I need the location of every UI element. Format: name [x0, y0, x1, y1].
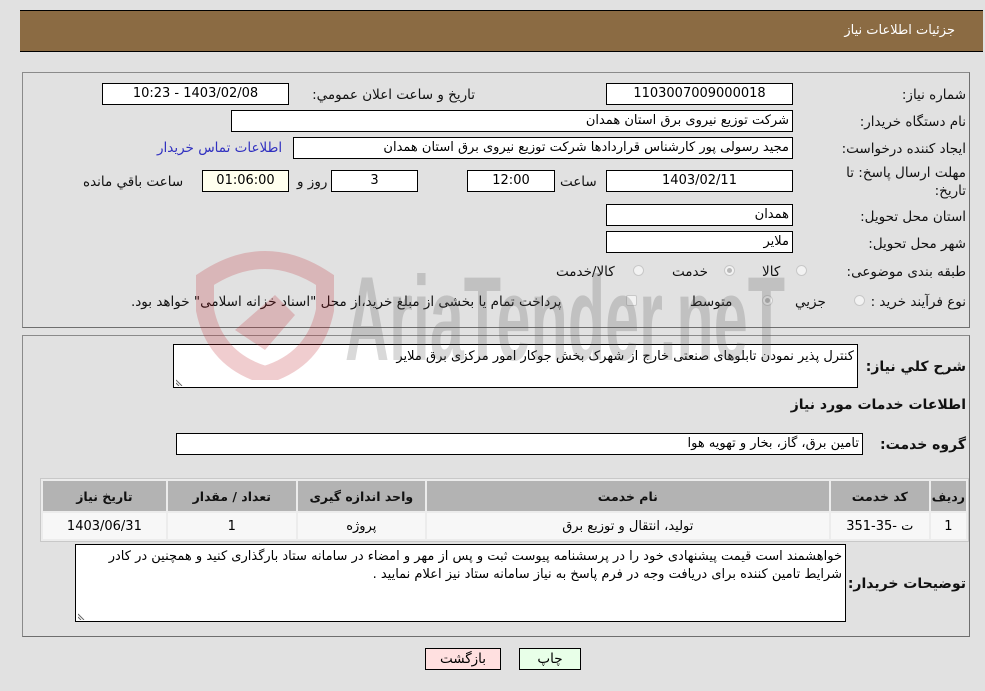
services-table: ردیف کد خدمت نام خدمت واحد اندازه گیری ت…: [40, 478, 969, 542]
cell-need-date: 1403/06/31: [43, 513, 166, 539]
province-label: استان محل تحویل:: [860, 209, 966, 225]
col-header-quantity: تعداد / مقدار: [167, 481, 296, 511]
announce-date-label: تاريخ و ساعت اعلان عمومي:: [312, 87, 475, 103]
cell-quantity: 1: [167, 513, 296, 539]
back-button[interactable]: بازگشت: [425, 648, 501, 670]
deadline-time-field: 12:00: [467, 170, 555, 192]
resize-grip-icon[interactable]: [78, 612, 86, 620]
remaining-time-field: 01:06:00: [202, 170, 289, 192]
treasury-checkbox[interactable]: [626, 295, 637, 306]
category-option-service: خدمت: [672, 264, 708, 280]
treasury-note: پرداخت تمام یا بخشی از مبلغ خرید،از محل …: [131, 294, 562, 310]
remaining-time-label: ساعت باقي مانده: [83, 174, 184, 190]
process-option-medium: متوسط: [690, 294, 733, 310]
process-label: نوع فرآیند خرید :: [870, 294, 966, 310]
city-label: شهر محل تحویل:: [868, 236, 966, 252]
creator-label: ایجاد کننده درخواست:: [841, 141, 966, 157]
print-button[interactable]: چاپ: [519, 648, 581, 670]
col-header-code: کد خدمت: [830, 481, 929, 511]
page-title: جزئيات اطلاعات نياز: [844, 23, 955, 38]
cell-service-name: تولید، انتقال و توزیع برق: [426, 513, 829, 539]
category-radio-service[interactable]: [724, 265, 735, 276]
creator-field: مجید رسولی پور کارشناس قراردادها شرکت تو…: [293, 137, 793, 159]
category-option-goods-service: کالا/خدمت: [556, 264, 615, 280]
province-field: همدان: [606, 204, 793, 226]
buyer-org-field: شرکت توزیع نیروی برق استان همدان: [231, 110, 793, 132]
category-label: طبقه بندی موضوعی:: [846, 264, 966, 280]
buyer-contact-link[interactable]: اطلاعات تماس خریدار: [157, 140, 282, 156]
category-radio-goods-service[interactable]: [633, 265, 644, 276]
description-label: شرح کلي نياز:: [865, 359, 966, 375]
days-remaining-field: 3: [331, 170, 418, 192]
days-label: روز و: [297, 174, 328, 190]
city-field: ملایر: [606, 231, 793, 253]
buyer-notes-label: توضیحات خریدار:: [847, 576, 966, 592]
announce-date-field: 1403/02/08 - 10:23: [102, 83, 289, 105]
resize-grip-icon[interactable]: [176, 378, 184, 386]
buyer-notes-field[interactable]: خواهشمند است قیمت پیشنهادی خود را در پرس…: [75, 544, 846, 622]
col-header-unit: واحد اندازه گیری: [297, 481, 425, 511]
description-text: کنترل پذیر نمودن تابلوهای صنعتی خارج از …: [396, 349, 854, 364]
deadline-date-field: 1403/02/11: [606, 170, 793, 192]
col-header-date: تاریخ نیاز: [43, 481, 166, 511]
services-section-title: اطلاعات خدمات مورد نیاز: [790, 397, 966, 413]
need-number-label: شماره نیاز:: [901, 87, 966, 103]
category-radio-goods[interactable]: [796, 265, 807, 276]
cell-row-number: 1: [930, 513, 966, 539]
buyer-org-label: نام دستگاه خریدار:: [859, 114, 966, 130]
service-group-field: تامین برق، گاز، بخار و تهویه هوا: [176, 433, 863, 455]
process-radio-medium[interactable]: [762, 295, 773, 306]
deadline-label: مهلت ارسال پاسخ: تا تاریخ:: [846, 165, 966, 199]
service-group-label: گروه خدمت:: [880, 437, 966, 453]
description-field[interactable]: کنترل پذیر نمودن تابلوهای صنعتی خارج از …: [173, 344, 858, 388]
cell-service-code: ت -35-351: [830, 513, 929, 539]
process-option-minor: جزيي: [795, 294, 826, 310]
col-header-row: ردیف: [930, 481, 966, 511]
table-row: 1 ت -35-351 تولید، انتقال و توزیع برق پر…: [43, 513, 966, 539]
page-header: جزئيات اطلاعات نياز: [20, 10, 983, 52]
col-header-name: نام خدمت: [426, 481, 829, 511]
table-header-row: ردیف کد خدمت نام خدمت واحد اندازه گیری ت…: [43, 481, 966, 511]
process-radio-minor[interactable]: [854, 295, 865, 306]
buyer-notes-text: خواهشمند است قیمت پیشنهادی خود را در پرس…: [108, 549, 842, 582]
deadline-time-label: ساعت: [560, 174, 597, 190]
category-option-goods: کالا: [762, 264, 781, 280]
need-number-field: 1103007009000018: [606, 83, 793, 105]
cell-unit: پروژه: [297, 513, 425, 539]
